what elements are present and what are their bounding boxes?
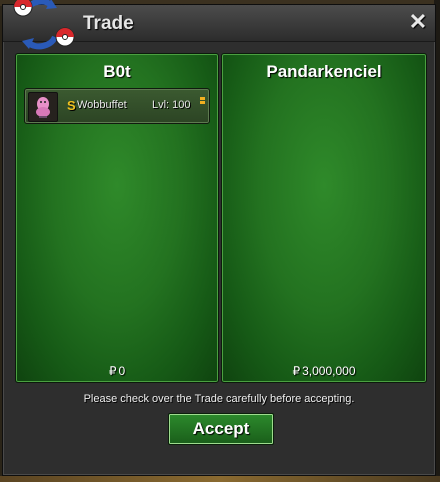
- pokedollar-icon: ₽: [292, 364, 301, 378]
- background-bottom: [0, 476, 440, 482]
- partner-name: Pandarkenciel: [266, 62, 382, 81]
- trade-pokeball-logo-icon: [11, 0, 81, 55]
- trade-panel-self: B0t S Wobbuffet Lvl: 100 ₽0: [15, 53, 219, 383]
- close-icon[interactable]: ✕: [407, 11, 429, 33]
- money-amount: 0: [118, 364, 126, 378]
- pokemon-name: Wobbuffet: [77, 99, 127, 111]
- player-name: B0t: [103, 62, 131, 81]
- shiny-badge: S: [67, 98, 76, 113]
- accept-button[interactable]: Accept: [168, 413, 274, 445]
- trade-notice: Please check over the Trade carefully be…: [83, 393, 355, 405]
- pokemon-level: Lvl: 100: [152, 99, 191, 111]
- money-offer: ₽3,000,000: [222, 364, 426, 378]
- pokedollar-icon: ₽: [108, 364, 117, 378]
- money-offer: ₽0: [16, 364, 218, 378]
- wobbuffet-sprite-icon: [28, 92, 58, 122]
- item-indicator-icon: [200, 91, 205, 104]
- trade-window: Trade ✕ B0t S Wobbuffet Lvl: 100 ₽ 0 Pan…: [2, 0, 436, 476]
- money-amount: 3,000,000: [302, 364, 356, 378]
- trade-panel-partner: Pandarkenciel ₽3,000,000: [221, 53, 427, 383]
- window-title: Trade: [83, 13, 134, 34]
- trade-item-slot[interactable]: S Wobbuffet Lvl: 100: [24, 88, 210, 124]
